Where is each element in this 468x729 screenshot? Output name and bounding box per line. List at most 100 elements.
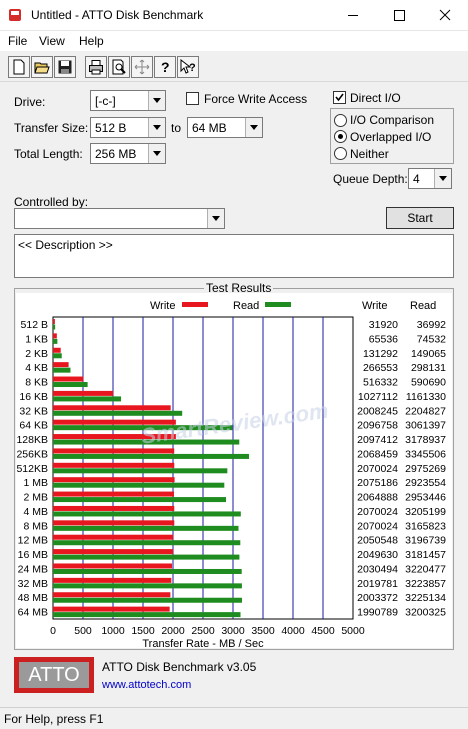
write-value: 2019781 bbox=[357, 578, 398, 590]
write-bar bbox=[53, 333, 57, 339]
read-value: 3200325 bbox=[405, 607, 446, 619]
read-bar bbox=[53, 568, 242, 574]
write-value: 1990789 bbox=[357, 607, 398, 619]
write-bar bbox=[53, 347, 61, 353]
read-value: 3061397 bbox=[405, 420, 446, 432]
read-value: 74532 bbox=[417, 333, 446, 345]
write-value: 2096758 bbox=[357, 420, 398, 432]
write-bar bbox=[53, 319, 55, 324]
read-bar bbox=[53, 353, 62, 359]
category-label: 32 KB bbox=[19, 405, 48, 417]
x-tick-label: 500 bbox=[74, 625, 92, 637]
read-value: 2204827 bbox=[405, 405, 446, 417]
read-value: 149065 bbox=[411, 348, 446, 360]
category-label: 24 MB bbox=[18, 563, 48, 575]
category-label: 4 KB bbox=[25, 362, 48, 374]
read-value: 3181457 bbox=[405, 549, 446, 561]
legend-read-swatch bbox=[265, 302, 291, 307]
read-value: 298131 bbox=[411, 362, 446, 374]
write-value: 2008245 bbox=[357, 405, 398, 417]
read-value: 3345506 bbox=[405, 448, 446, 460]
read-bar bbox=[53, 612, 241, 618]
read-bar bbox=[53, 410, 183, 416]
write-bar bbox=[53, 405, 171, 411]
write-value: 516332 bbox=[363, 377, 398, 389]
x-tick-label: 0 bbox=[50, 625, 56, 637]
write-bar bbox=[53, 534, 174, 540]
write-bar bbox=[53, 462, 175, 468]
category-label: 64 MB bbox=[18, 607, 48, 619]
write-value: 2070024 bbox=[357, 520, 398, 532]
write-value: 2068459 bbox=[357, 448, 398, 460]
category-label: 256KB bbox=[16, 448, 48, 460]
legend-read-label: Read bbox=[233, 300, 259, 312]
read-value: 1161330 bbox=[406, 391, 446, 403]
write-value: 131292 bbox=[363, 348, 398, 360]
read-bar bbox=[53, 453, 250, 459]
atto-logo-text: ATTO bbox=[19, 662, 89, 688]
read-column-header: Read bbox=[410, 300, 436, 312]
read-value: 3223857 bbox=[405, 578, 446, 590]
category-label: 2 KB bbox=[25, 348, 48, 360]
read-bar bbox=[53, 468, 228, 474]
app-name: ATTO Disk Benchmark v3.05 bbox=[102, 660, 257, 674]
read-value: 3178937 bbox=[405, 434, 446, 446]
read-value: 3196739 bbox=[405, 535, 446, 547]
write-value: 2070024 bbox=[357, 463, 398, 475]
read-value: 3225134 bbox=[405, 592, 446, 604]
read-value: 3220477 bbox=[405, 563, 446, 575]
read-bar bbox=[53, 382, 88, 388]
status-text: For Help, press F1 bbox=[4, 712, 104, 726]
x-tick-label: 1000 bbox=[101, 625, 125, 637]
write-bar bbox=[53, 592, 171, 598]
write-bar bbox=[53, 376, 84, 382]
legend-write-swatch bbox=[182, 302, 208, 307]
category-label: 512KB bbox=[16, 463, 48, 475]
read-value: 2953446 bbox=[405, 492, 446, 504]
category-label: 48 MB bbox=[18, 592, 48, 604]
category-label: 16 MB bbox=[18, 549, 48, 561]
write-bar bbox=[53, 520, 175, 526]
read-value: 3205199 bbox=[405, 506, 446, 518]
write-bar bbox=[53, 362, 69, 368]
read-bar bbox=[53, 525, 239, 531]
read-value: 2975269 bbox=[405, 463, 446, 475]
read-bar bbox=[53, 540, 241, 546]
legend-write-label: Write bbox=[150, 300, 175, 312]
read-value: 36992 bbox=[417, 319, 446, 331]
website-link[interactable]: www.attotech.com bbox=[102, 679, 191, 691]
write-bar bbox=[53, 390, 114, 396]
write-value: 1027112 bbox=[358, 391, 398, 403]
category-label: 1 MB bbox=[23, 477, 48, 489]
x-tick-label: 2000 bbox=[161, 625, 185, 637]
read-value: 590690 bbox=[411, 377, 446, 389]
write-value: 2075186 bbox=[357, 477, 398, 489]
read-bar bbox=[53, 482, 225, 488]
read-value: 2923554 bbox=[405, 477, 446, 489]
write-value: 2003372 bbox=[357, 592, 398, 604]
category-label: 12 MB bbox=[18, 535, 48, 547]
category-label: 1 KB bbox=[25, 333, 48, 345]
category-label: 8 KB bbox=[25, 377, 48, 389]
write-value: 2097412 bbox=[357, 434, 398, 446]
read-bar bbox=[53, 338, 58, 344]
write-bar bbox=[53, 477, 175, 483]
x-tick-label: 3000 bbox=[221, 625, 245, 637]
write-value: 2064888 bbox=[357, 492, 398, 504]
read-bar bbox=[53, 324, 56, 330]
category-label: 512 B bbox=[21, 319, 48, 331]
category-label: 2 MB bbox=[23, 492, 48, 504]
write-bar bbox=[53, 606, 170, 612]
write-value: 2030494 bbox=[357, 563, 398, 575]
write-value: 65536 bbox=[369, 333, 398, 345]
write-bar bbox=[53, 505, 175, 511]
write-bar bbox=[53, 563, 172, 569]
read-bar bbox=[53, 367, 71, 373]
write-bar bbox=[53, 577, 172, 583]
write-value: 2070024 bbox=[357, 506, 398, 518]
read-bar bbox=[53, 511, 241, 517]
write-value: 2050548 bbox=[357, 535, 398, 547]
x-tick-label: 5000 bbox=[341, 625, 365, 637]
x-tick-label: 4000 bbox=[281, 625, 305, 637]
write-value: 266553 bbox=[363, 362, 398, 374]
